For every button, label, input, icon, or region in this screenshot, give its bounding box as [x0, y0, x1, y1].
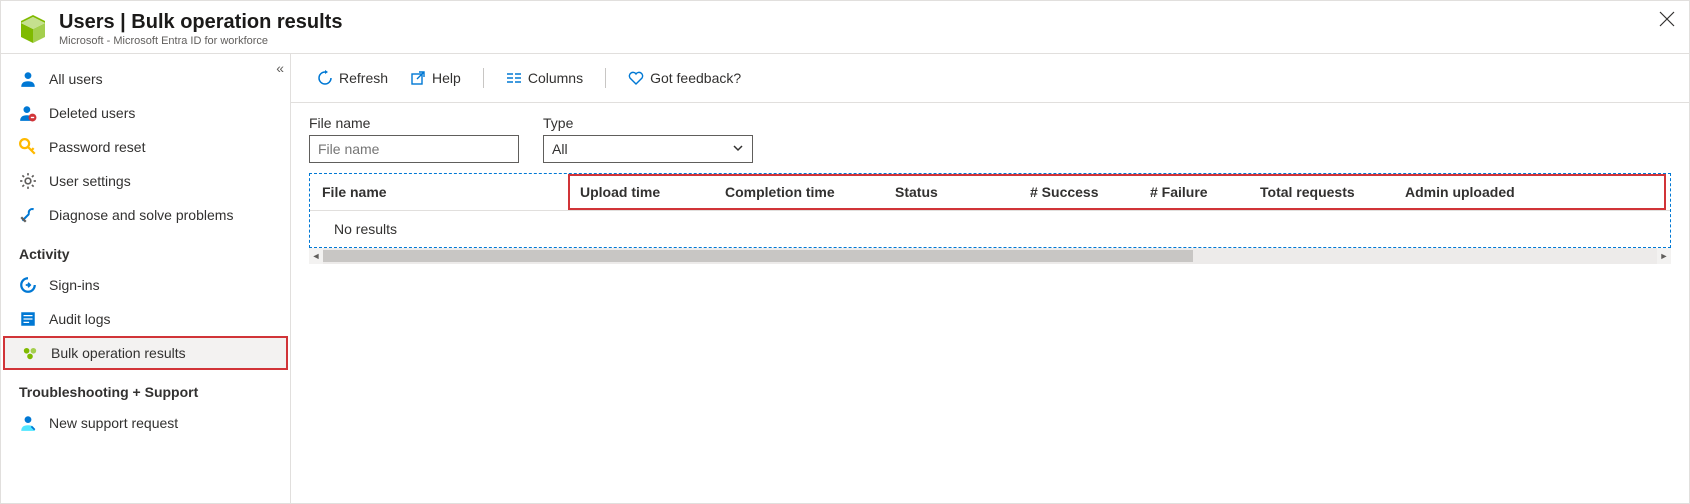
sidebar-item-deleted-users[interactable]: Deleted users: [1, 96, 290, 130]
support-icon: [19, 414, 37, 432]
signin-icon: [19, 276, 37, 294]
no-results-message: No results: [310, 211, 1670, 247]
collapse-sidebar-button[interactable]: «: [276, 60, 284, 76]
col-admin[interactable]: Admin uploaded: [1393, 174, 1670, 210]
page-subtitle: Microsoft - Microsoft Entra ID for workf…: [59, 35, 342, 47]
refresh-icon: [317, 70, 333, 86]
sidebar-item-label: Sign-ins: [49, 277, 100, 293]
sidebar-item-support[interactable]: New support request: [1, 406, 290, 440]
external-link-icon: [410, 70, 426, 86]
user-delete-icon: [19, 104, 37, 122]
col-completion-time[interactable]: Completion time: [713, 174, 883, 210]
sidebar-item-audit-logs[interactable]: Audit logs: [1, 302, 290, 336]
sidebar-item-all-users[interactable]: All users: [1, 62, 290, 96]
type-value: All: [552, 141, 568, 157]
col-upload-time[interactable]: Upload time: [568, 174, 713, 210]
type-label: Type: [543, 115, 753, 131]
refresh-label: Refresh: [339, 70, 388, 86]
feedback-button[interactable]: Got feedback?: [620, 66, 749, 90]
user-icon: [19, 70, 37, 88]
sidebar-item-label: Diagnose and solve problems: [49, 207, 233, 223]
sidebar: « All users Deleted users Password reset…: [1, 54, 291, 503]
sidebar-item-diagnose[interactable]: Diagnose and solve problems: [1, 198, 290, 232]
scroll-thumb[interactable]: [323, 250, 1193, 262]
type-dropdown[interactable]: All: [543, 135, 753, 163]
sidebar-item-user-settings[interactable]: User settings: [1, 164, 290, 198]
main-content: Refresh Help Columns Got feedback? File …: [291, 54, 1689, 503]
sidebar-item-password-reset[interactable]: Password reset: [1, 130, 290, 164]
sidebar-item-label: Password reset: [49, 139, 145, 155]
sidebar-item-bulk-results[interactable]: Bulk operation results: [3, 336, 288, 370]
key-icon: [19, 138, 37, 156]
app-logo-icon: [17, 13, 49, 45]
sidebar-section-troubleshoot: Troubleshooting + Support: [1, 370, 290, 406]
horizontal-scrollbar[interactable]: ◄ ►: [309, 248, 1671, 264]
sidebar-item-label: User settings: [49, 173, 131, 189]
separator: [483, 68, 484, 88]
gear-icon: [19, 172, 37, 190]
table-header-row: File name Upload time Completion time St…: [310, 174, 1670, 211]
col-filename[interactable]: File name: [310, 174, 568, 210]
col-success[interactable]: # Success: [1018, 174, 1138, 210]
refresh-button[interactable]: Refresh: [309, 66, 396, 90]
scroll-left-arrow[interactable]: ◄: [309, 251, 323, 261]
log-icon: [19, 310, 37, 328]
wrench-icon: [19, 206, 37, 224]
bulk-icon: [21, 344, 39, 362]
columns-button[interactable]: Columns: [498, 66, 591, 90]
close-button[interactable]: [1659, 11, 1675, 32]
sidebar-item-label: Audit logs: [49, 311, 110, 327]
page-title: Users | Bulk operation results: [59, 11, 342, 34]
help-button[interactable]: Help: [402, 66, 469, 90]
results-table: File name Upload time Completion time St…: [309, 173, 1671, 248]
sidebar-item-signins[interactable]: Sign-ins: [1, 268, 290, 302]
page-header: Users | Bulk operation results Microsoft…: [1, 1, 1689, 54]
sidebar-item-label: All users: [49, 71, 103, 87]
col-failure[interactable]: # Failure: [1138, 174, 1248, 210]
sidebar-item-label: Bulk operation results: [51, 345, 186, 361]
columns-icon: [506, 70, 522, 86]
separator: [605, 68, 606, 88]
chevron-down-icon: [732, 141, 744, 157]
col-status[interactable]: Status: [883, 174, 1018, 210]
sidebar-item-label: New support request: [49, 415, 178, 431]
col-total[interactable]: Total requests: [1248, 174, 1393, 210]
help-label: Help: [432, 70, 461, 86]
feedback-label: Got feedback?: [650, 70, 741, 86]
sidebar-section-activity: Activity: [1, 232, 290, 268]
filename-input[interactable]: [309, 135, 519, 163]
filename-label: File name: [309, 115, 519, 131]
columns-label: Columns: [528, 70, 583, 86]
sidebar-item-label: Deleted users: [49, 105, 135, 121]
scroll-right-arrow[interactable]: ►: [1657, 251, 1671, 261]
filter-bar: File name Type All: [291, 103, 1689, 169]
heart-icon: [628, 70, 644, 86]
toolbar: Refresh Help Columns Got feedback?: [291, 54, 1689, 103]
